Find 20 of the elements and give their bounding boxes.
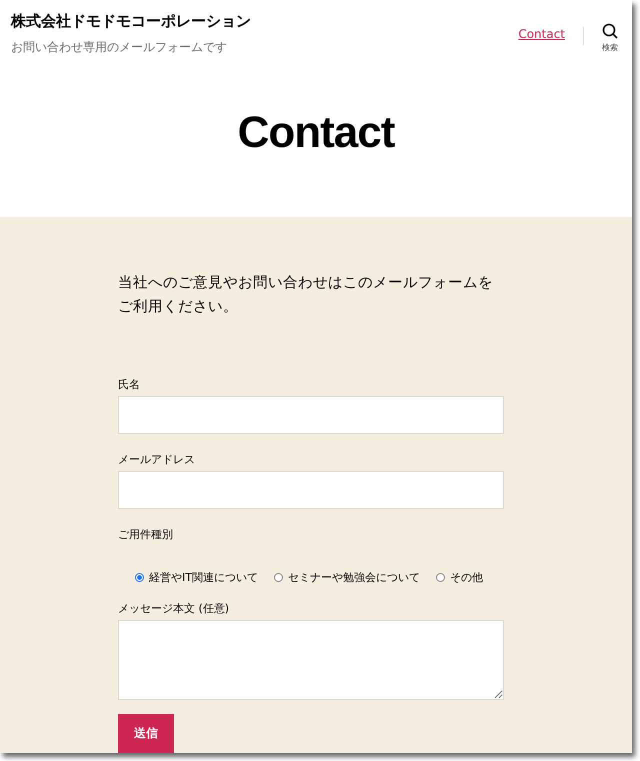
- search-icon: [602, 23, 618, 39]
- radio-label: その他: [450, 570, 483, 585]
- radio-button[interactable]: [274, 573, 283, 582]
- submit-button[interactable]: 送信: [118, 714, 174, 753]
- radio-option[interactable]: その他: [436, 570, 483, 585]
- field-label: 氏名: [118, 377, 141, 392]
- intro-text: 当社へのご意見やお問い合わせはこのメールフォームをご利用ください。: [118, 274, 494, 317]
- search-button[interactable]: 検索: [602, 23, 618, 53]
- field-label: ご用件種別: [118, 527, 174, 542]
- text-field[interactable]: [118, 396, 504, 434]
- site-title: 株式会社ドモドモコーポレーション: [11, 12, 251, 31]
- radio-button[interactable]: [436, 573, 445, 582]
- radio-button[interactable]: [135, 573, 144, 582]
- page-title: Contact: [236, 108, 396, 158]
- field-label: メールアドレス: [118, 452, 196, 467]
- nav-link[interactable]: Contact: [518, 27, 565, 41]
- text-field[interactable]: [118, 471, 504, 509]
- field-label: メッセージ本文 (任意): [118, 601, 230, 616]
- message-field[interactable]: [118, 620, 504, 700]
- site-tagline: お問い合わせ専用のメールフォームです: [11, 39, 228, 56]
